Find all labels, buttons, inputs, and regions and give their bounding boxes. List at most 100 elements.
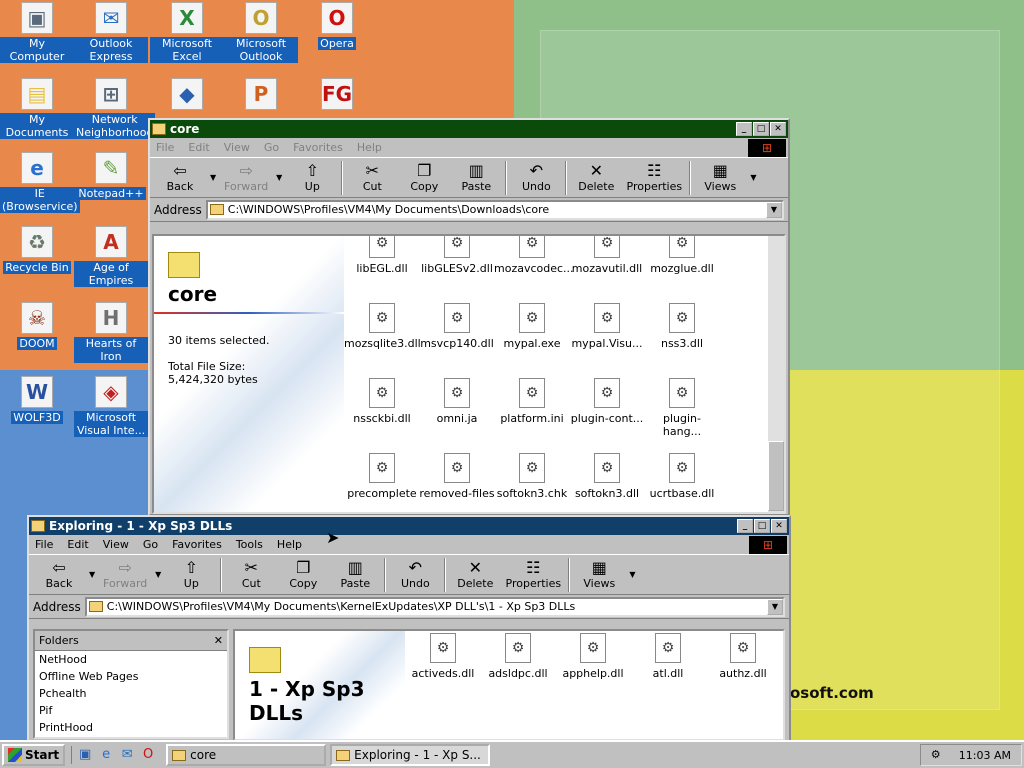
folder-tree-item-pchealth[interactable]: Pchealth — [35, 685, 227, 702]
address-input[interactable]: C:\WINDOWS\Profiles\VM4\My Documents\Dow… — [205, 199, 784, 220]
desktop-icon-ie-browservice[interactable]: e IE (Browservice) — [0, 152, 80, 213]
menu-help[interactable]: Help — [357, 141, 382, 154]
outlook-express-icon[interactable]: ✉ — [118, 746, 136, 764]
file-item[interactable]: ⚙ omni.ja — [419, 378, 495, 425]
cut-button[interactable]: ✂ Cut — [225, 556, 277, 594]
file-item[interactable]: ⚙ nssckbi.dll — [344, 378, 420, 425]
exploring-titlebar[interactable]: Exploring - 1 - Xp Sp3 DLLs _ □ ✕ — [29, 517, 789, 535]
undo-button[interactable]: ↶ Undo — [389, 556, 441, 594]
desktop-icon-wolf3d[interactable]: W WOLF3D — [0, 376, 74, 424]
desktop-icon-shortcut-8[interactable]: P — [224, 78, 298, 113]
file-item[interactable]: ⚙ libGLESv2.dll — [419, 236, 495, 275]
views-button[interactable]: ▦ Views — [694, 159, 746, 197]
ie-icon[interactable]: e — [97, 746, 115, 764]
copy-button[interactable]: ❐ Copy — [277, 556, 329, 594]
file-item[interactable]: ⚙ mypal.Visu... — [569, 303, 645, 350]
file-item[interactable]: ⚙ plugin-cont... — [569, 378, 645, 425]
menu-tools[interactable]: Tools — [236, 538, 263, 551]
forward-dropdown-icon[interactable]: ▼ — [276, 173, 282, 182]
desktop-icon-shortcut-7[interactable]: ◆ — [150, 78, 224, 113]
views-button[interactable]: ▦ Views — [573, 556, 625, 594]
delete-button[interactable]: ✕ Delete — [570, 159, 622, 197]
menu-help[interactable]: Help — [277, 538, 302, 551]
core-window[interactable]: core _ □ ✕ File Edit View Go Favorites Help ⊞ … — [148, 118, 790, 516]
back-button[interactable]: ⇦ Back — [33, 556, 85, 594]
show-desktop-icon[interactable]: ▣ — [76, 746, 94, 764]
desktop-icon-my-documents[interactable]: ▤ My Documents — [0, 78, 74, 139]
maximize-button[interactable]: □ — [754, 519, 770, 533]
delete-button[interactable]: ✕ Delete — [449, 556, 501, 594]
close-button[interactable]: ✕ — [771, 519, 787, 533]
file-item[interactable]: ⚙ mozavutil.dll — [569, 236, 645, 275]
maximize-button[interactable]: □ — [753, 122, 769, 136]
copy-button[interactable]: ❐ Copy — [398, 159, 450, 197]
back-dropdown-icon[interactable]: ▼ — [89, 570, 95, 579]
desktop-icon-age-of-empires[interactable]: A Age of Empires — [74, 226, 148, 287]
close-pane-icon[interactable]: ✕ — [214, 634, 223, 647]
views-dropdown-icon[interactable]: ▼ — [629, 570, 635, 579]
file-item[interactable]: ⚙ mozavcodec... — [494, 236, 574, 275]
cut-button[interactable]: ✂ Cut — [346, 159, 398, 197]
menu-edit[interactable]: Edit — [188, 141, 209, 154]
paste-button[interactable]: ▥ Paste — [450, 159, 502, 197]
file-item[interactable]: ⚙ apphelp.dll — [555, 633, 631, 680]
up-button[interactable]: ⇧ Up — [286, 159, 338, 197]
file-item[interactable]: ⚙ atl.dll — [630, 633, 706, 680]
task-exploring[interactable]: Exploring - 1 - Xp S... — [330, 744, 491, 766]
folder-tree-item-printhood[interactable]: PrintHood — [35, 719, 227, 736]
file-item[interactable]: ⚙ ucrtbase.dll — [644, 453, 720, 500]
file-item[interactable]: ⚙ removed-files — [419, 453, 495, 500]
task-core[interactable]: core — [166, 744, 327, 766]
minimize-button[interactable]: _ — [737, 519, 753, 533]
file-item[interactable]: ⚙ activeds.dll — [405, 633, 481, 680]
address-dropdown-icon[interactable]: ▼ — [767, 598, 783, 615]
menu-go[interactable]: Go — [264, 141, 279, 154]
forward-button[interactable]: ⇨ Forward — [220, 159, 272, 197]
file-item[interactable]: ⚙ softokn3.chk — [494, 453, 570, 500]
desktop-icon-notepad[interactable]: ✎ Notepad++ — [74, 152, 148, 200]
menu-favorites[interactable]: Favorites — [293, 141, 343, 154]
menu-edit[interactable]: Edit — [67, 538, 88, 551]
desktop-icon-hearts-of-iron[interactable]: H Hearts of Iron — [74, 302, 148, 363]
desktop-icon-recycle-bin[interactable]: ♻ Recycle Bin — [0, 226, 74, 274]
exploring-window[interactable]: Exploring - 1 - Xp Sp3 DLLs _ □ ✕ File Ed… — [27, 515, 791, 743]
file-item[interactable]: ⚙ precomplete — [344, 453, 420, 500]
address-dropdown-icon[interactable]: ▼ — [766, 201, 782, 218]
desktop-icon-microsoft-excel[interactable]: X Microsoft Excel — [150, 2, 224, 63]
desktop-icon-microsoft-visual-inte[interactable]: ◈ Microsoft Visual Inte... — [74, 376, 148, 437]
file-item[interactable]: ⚙ platform.ini — [494, 378, 570, 425]
folder-tree-item-nethood[interactable]: NetHood — [35, 651, 227, 668]
menu-favorites[interactable]: Favorites — [172, 538, 222, 551]
desktop-icon-network-neighborhood[interactable]: ⊞ Network Neighborhood — [74, 78, 156, 139]
address-input[interactable]: C:\WINDOWS\Profiles\VM4\My Documents\Ker… — [84, 596, 785, 617]
file-item[interactable]: ⚙ msvcp140.dll — [419, 303, 495, 350]
menu-view[interactable]: View — [224, 141, 250, 154]
paste-button[interactable]: ▥ Paste — [329, 556, 381, 594]
scrollbar-thumb[interactable] — [768, 441, 784, 511]
up-button[interactable]: ⇧ Up — [165, 556, 217, 594]
file-item[interactable]: ⚙ adsldpc.dll — [480, 633, 556, 680]
properties-button[interactable]: ☷ Properties — [501, 556, 565, 594]
desktop-icon-outlook-express[interactable]: ✉ Outlook Express — [74, 2, 148, 63]
close-button[interactable]: ✕ — [770, 122, 786, 136]
minimize-button[interactable]: _ — [736, 122, 752, 136]
desktop-icon-microsoft-outlook[interactable]: O Microsoft Outlook — [224, 2, 298, 63]
file-item[interactable]: ⚙ mozglue.dll — [644, 236, 720, 275]
menu-file[interactable]: File — [156, 141, 174, 154]
desktop-icon-doom[interactable]: ☠ DOOM — [0, 302, 74, 350]
opera-icon[interactable]: O — [139, 746, 157, 764]
desktop-icon-opera[interactable]: O Opera — [300, 2, 374, 50]
views-dropdown-icon[interactable]: ▼ — [750, 173, 756, 182]
clock[interactable]: 11:03 AM — [959, 749, 1011, 762]
menu-file[interactable]: File — [35, 538, 53, 551]
forward-button[interactable]: ⇨ Forward — [99, 556, 151, 594]
network-icon[interactable]: ⚙ — [931, 748, 947, 762]
properties-button[interactable]: ☷ Properties — [622, 159, 686, 197]
file-item[interactable]: ⚙ mypal.exe — [494, 303, 570, 350]
back-button[interactable]: ⇦ Back — [154, 159, 206, 197]
forward-dropdown-icon[interactable]: ▼ — [155, 570, 161, 579]
file-item[interactable]: ⚙ authz.dll — [705, 633, 781, 680]
core-titlebar[interactable]: core _ □ ✕ — [150, 120, 788, 138]
file-item[interactable]: ⚙ mozsqlite3.dll — [344, 303, 421, 350]
folder-tree-item-offline-web-pages[interactable]: Offline Web Pages — [35, 668, 227, 685]
